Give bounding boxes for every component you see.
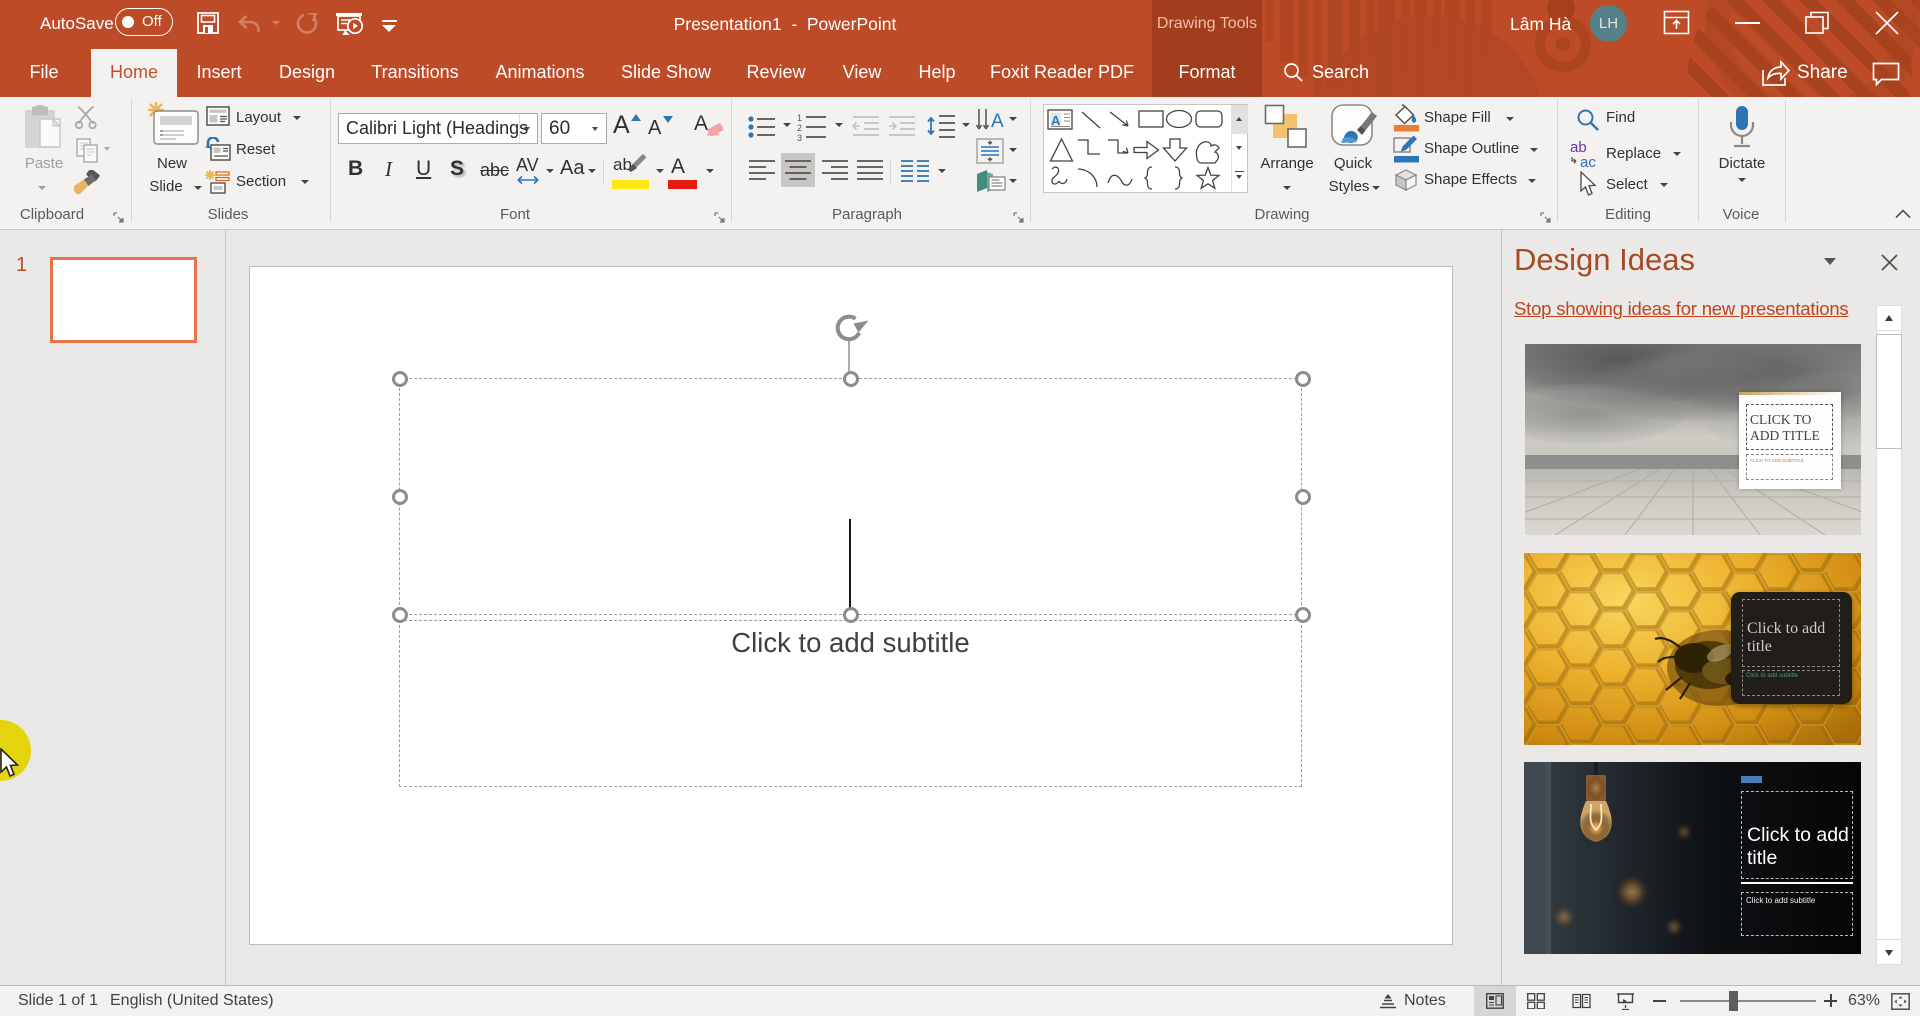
svg-text:2: 2 (797, 123, 802, 133)
svg-text:ac: ac (1580, 154, 1596, 168)
svg-text:3: 3 (797, 133, 802, 141)
svg-text:1: 1 (797, 113, 802, 123)
svg-text:A: A (1051, 113, 1061, 128)
svg-text:A: A (991, 111, 1004, 132)
